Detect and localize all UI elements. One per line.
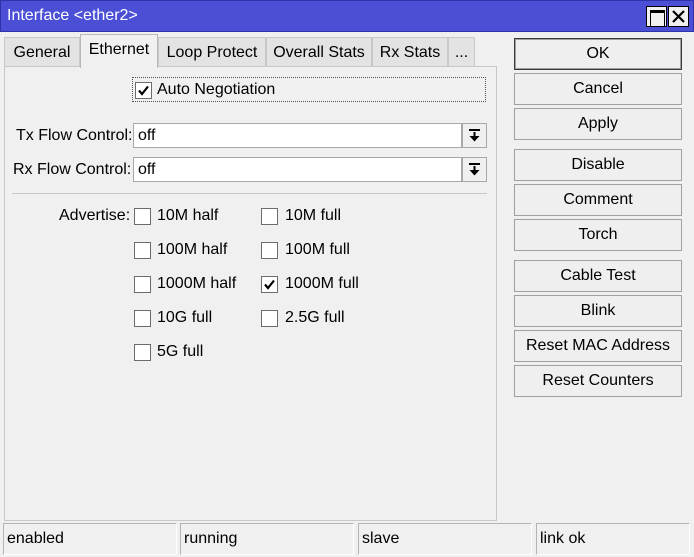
advertise-100m-half-label: 100M half (157, 241, 228, 258)
advertise-10m-half-label: 10M half (157, 207, 219, 224)
advertise-10m-full-label: 10M full (285, 207, 342, 224)
status-link: link ok (536, 523, 690, 555)
tx-flow-control-label: Tx Flow Control: (16, 127, 133, 144)
ok-button[interactable]: OK (514, 38, 682, 70)
advertise-100m-full-checkbox[interactable] (261, 242, 278, 259)
advertise-100m-full-label: 100M full (285, 241, 350, 258)
cable-test-button[interactable]: Cable Test (514, 260, 682, 292)
advertise-2-5g-full-checkbox[interactable] (261, 310, 278, 327)
advertise-1000m-full-label: 1000M full (285, 275, 359, 292)
title-bar[interactable]: Interface <ether2> (0, 0, 694, 32)
maximize-icon[interactable] (646, 6, 667, 27)
tab-rx-stats[interactable]: Rx Stats (372, 37, 448, 67)
advertise-1000m-half-label: 1000M half (157, 275, 237, 292)
rx-flow-control-dropdown-icon[interactable] (462, 157, 487, 182)
close-icon[interactable] (668, 6, 689, 27)
comment-button[interactable]: Comment (514, 184, 682, 216)
status-enabled: enabled (3, 523, 177, 555)
auto-negotiation-checkbox[interactable] (135, 82, 152, 99)
status-slave: slave (358, 523, 532, 555)
advertise-1000m-half-checkbox[interactable] (134, 276, 151, 293)
reset-mac-address-button[interactable]: Reset MAC Address (514, 330, 682, 362)
disable-button[interactable]: Disable (514, 149, 682, 181)
torch-button[interactable]: Torch (514, 219, 682, 251)
tab-loop-protect[interactable]: Loop Protect (158, 37, 266, 67)
rx-flow-control-field[interactable]: off (133, 157, 462, 182)
advertise-2-5g-full-label: 2.5G full (285, 309, 345, 326)
advertise-100m-half-checkbox[interactable] (134, 242, 151, 259)
rx-flow-control-label: Rx Flow Control: (13, 161, 132, 178)
advertise-10g-full-checkbox[interactable] (134, 310, 151, 327)
tx-flow-control-field[interactable]: off (133, 123, 462, 148)
auto-negotiation-label: Auto Negotiation (157, 81, 276, 98)
status-running: running (180, 523, 354, 555)
advertise-5g-full-checkbox[interactable] (134, 344, 151, 361)
advertise-10m-full-checkbox[interactable] (261, 208, 278, 225)
blink-button[interactable]: Blink (514, 295, 682, 327)
separator (12, 193, 487, 194)
reset-counters-button[interactable]: Reset Counters (514, 365, 682, 397)
tx-flow-control-dropdown-icon[interactable] (462, 123, 487, 148)
advertise-5g-full-label: 5G full (157, 343, 204, 360)
tab-more[interactable]: ... (448, 37, 475, 67)
tab-general[interactable]: General (4, 37, 80, 67)
advertise-10g-full-label: 10G full (157, 309, 213, 326)
apply-button[interactable]: Apply (514, 108, 682, 140)
tab-ethernet[interactable]: Ethernet (80, 34, 158, 68)
cancel-button[interactable]: Cancel (514, 73, 682, 105)
advertise-label: Advertise: (59, 207, 131, 224)
tab-overall-stats[interactable]: Overall Stats (266, 37, 372, 67)
advertise-10m-half-checkbox[interactable] (134, 208, 151, 225)
advertise-1000m-full-checkbox[interactable] (261, 276, 278, 293)
window-title: Interface <ether2> (7, 7, 138, 24)
